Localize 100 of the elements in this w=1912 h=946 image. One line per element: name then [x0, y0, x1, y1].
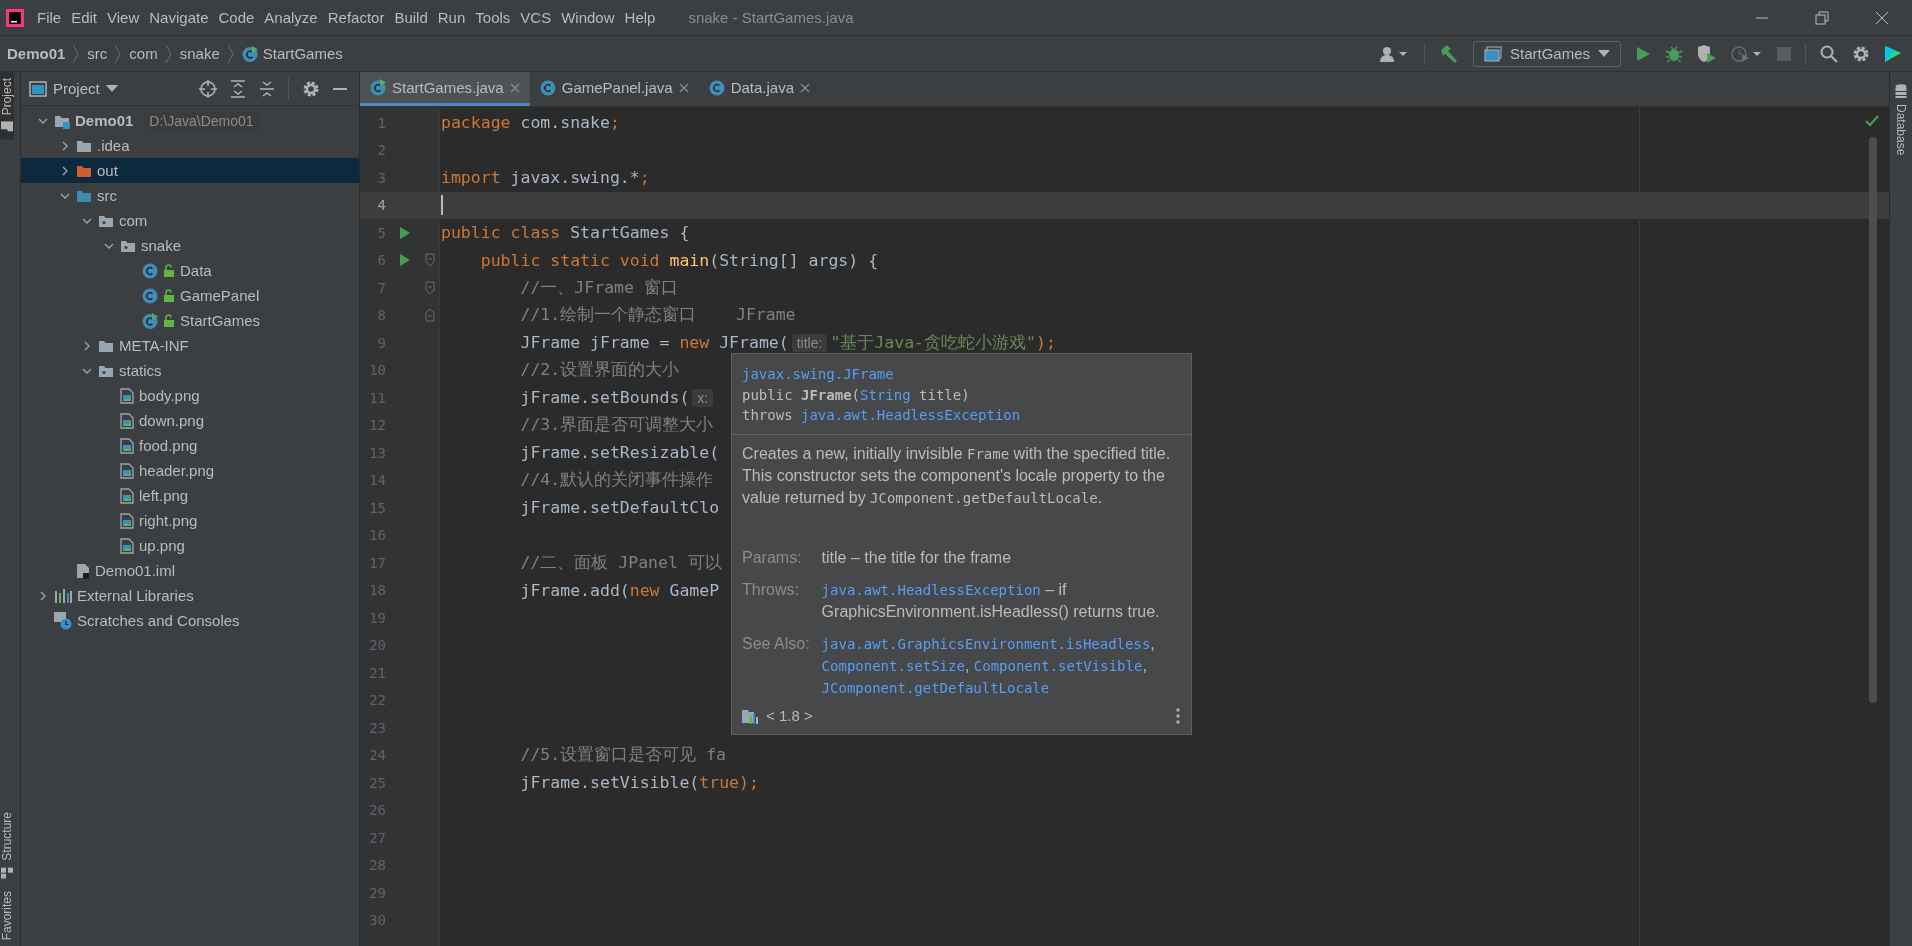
settings-icon[interactable]: [302, 79, 320, 98]
tree-item[interactable]: META-INF: [21, 333, 359, 358]
menu-item[interactable]: Help: [619, 9, 661, 26]
editor-tab[interactable]: Data.java: [698, 72, 820, 106]
tree-item[interactable]: header.png: [21, 458, 359, 483]
user-icon[interactable]: [1379, 45, 1410, 62]
doc-link[interactable]: java.awt.HeadlessException: [821, 582, 1041, 599]
signature-line: throws java.awt.HeadlessException: [742, 406, 1022, 426]
tree-item[interactable]: Demo01.iml: [21, 558, 359, 583]
menu-item[interactable]: Analyze: [259, 9, 323, 26]
close-icon[interactable]: [1875, 10, 1889, 25]
chevron-icon: [114, 43, 123, 64]
tree-item[interactable]: Data: [21, 258, 359, 283]
menu-item[interactable]: Window: [556, 9, 620, 26]
main-class-icon: [241, 45, 258, 62]
menu-item[interactable]: VCS: [515, 9, 557, 26]
restore-icon[interactable]: [1815, 10, 1829, 25]
tree-item[interactable]: up.png: [21, 533, 359, 558]
menu-item[interactable]: Run: [432, 9, 471, 26]
tree-item[interactable]: External Libraries: [21, 583, 359, 608]
tool-window-tab[interactable]: Project: [0, 72, 14, 140]
tree-item[interactable]: food.png: [21, 433, 359, 458]
tree-item[interactable]: out: [21, 158, 359, 183]
breadcrumb[interactable]: StartGames: [237, 45, 347, 62]
doc-link[interactable]: Component.setSize: [821, 658, 965, 675]
fold-icon[interactable]: [424, 308, 435, 323]
menu-item[interactable]: Navigate: [144, 9, 214, 26]
menu-item[interactable]: View: [102, 9, 145, 26]
breadcrumb[interactable]: src: [83, 45, 112, 62]
run-configuration-dropdown[interactable]: StartGames: [1472, 40, 1621, 67]
tree-item[interactable]: snake: [21, 233, 359, 258]
close-icon[interactable]: [678, 82, 689, 93]
crosshair-icon[interactable]: [199, 79, 217, 98]
section-label: Throws:: [742, 580, 800, 601]
fold-icon[interactable]: [424, 253, 435, 268]
tree-item[interactable]: right.png: [21, 508, 359, 533]
close-icon[interactable]: [800, 82, 810, 93]
hammer-icon[interactable]: [1438, 43, 1459, 64]
menu-item[interactable]: Build: [389, 9, 433, 26]
tool-window-tab[interactable]: Favorites: [0, 884, 14, 946]
menu-item[interactable]: Refactor: [322, 9, 390, 26]
collapse-all-icon[interactable]: [259, 79, 275, 98]
editor-tab[interactable]: StartGames.java: [360, 72, 530, 106]
code-text: jFrame.add(new GameP: [519, 580, 720, 600]
profile-icon[interactable]: [1731, 44, 1763, 63]
tool-window-tab[interactable]: Database: [1894, 78, 1908, 162]
menu-item[interactable]: File: [32, 9, 67, 26]
menu-item[interactable]: Tools: [470, 9, 516, 26]
code-text: //5.设置窗口是否可见 fa: [519, 744, 726, 767]
code-text: import javax.swing.*;: [441, 168, 650, 188]
doc-link[interactable]: java.awt.GraphicsEnvironment.isHeadless: [821, 636, 1151, 653]
doc-paragraph: Creates a new, initially invisible Frame with the specified title.: [742, 444, 1172, 465]
project-view-dropdown[interactable]: Project: [29, 80, 118, 97]
tree-item[interactable]: statics: [21, 358, 359, 383]
tree-item[interactable]: Scratches and Consoles: [21, 608, 359, 633]
doc-link[interactable]: javax.swing.JFrame: [742, 366, 894, 382]
tree-item[interactable]: Demo01 D:\Java\Demo01: [21, 108, 359, 133]
chevron-icon: [226, 43, 235, 64]
close-icon[interactable]: [509, 82, 520, 93]
tree-item[interactable]: .idea: [21, 133, 359, 158]
tree-item[interactable]: com: [21, 208, 359, 233]
breadcrumb[interactable]: com: [125, 45, 162, 62]
toolbox-logo-icon[interactable]: [1884, 44, 1902, 63]
editor-tab[interactable]: GamePanel.java: [529, 72, 699, 106]
caret-icon: [1598, 49, 1610, 58]
doc-link[interactable]: JComponent.getDefaultLocale: [821, 680, 1050, 697]
tool-window-tab[interactable]: Structure: [0, 805, 14, 885]
code-text: JFrame jFrame = new JFrame(: [519, 333, 789, 353]
caret-icon: [105, 84, 118, 93]
search-icon[interactable]: [1820, 44, 1838, 63]
tree-item[interactable]: src: [21, 183, 359, 208]
run-icon[interactable]: [1635, 45, 1651, 62]
tree-item[interactable]: body.png: [21, 383, 359, 408]
doc-link[interactable]: String: [860, 386, 911, 403]
code-text: public static void main(String[] args) {: [479, 250, 879, 270]
image-file-icon: [120, 537, 134, 554]
code-text: jFrame.setVisible(true);: [519, 773, 759, 793]
settings-icon[interactable]: [1852, 44, 1870, 63]
folder-icon: [1, 121, 13, 134]
expand-all-icon[interactable]: [230, 79, 246, 98]
bug-icon[interactable]: [1665, 44, 1683, 63]
tree-item[interactable]: GamePanel: [21, 283, 359, 308]
run-icon[interactable]: [399, 253, 411, 268]
more-icon[interactable]: [1175, 707, 1181, 724]
run-icon[interactable]: [399, 225, 411, 240]
tree-item[interactable]: left.png: [21, 483, 359, 508]
breadcrumb[interactable]: Demo01: [0, 45, 70, 62]
doc-link[interactable]: java.awt.HeadlessException: [801, 407, 1021, 424]
coverage-icon[interactable]: [1697, 44, 1717, 63]
breadcrumb[interactable]: snake: [175, 45, 224, 62]
version-switcher[interactable]: < 1.8 >: [766, 707, 813, 725]
fold-icon[interactable]: [424, 280, 435, 295]
menu-item[interactable]: Code: [213, 9, 260, 26]
menu-item[interactable]: Edit: [66, 9, 103, 26]
tree-item[interactable]: StartGames: [21, 308, 359, 333]
tree-item[interactable]: down.png: [21, 408, 359, 433]
scrollbar[interactable]: [1869, 137, 1877, 703]
database-icon: [1895, 84, 1907, 98]
doc-link[interactable]: Component.setVisible: [973, 658, 1143, 675]
padlock-icon: [163, 313, 175, 328]
